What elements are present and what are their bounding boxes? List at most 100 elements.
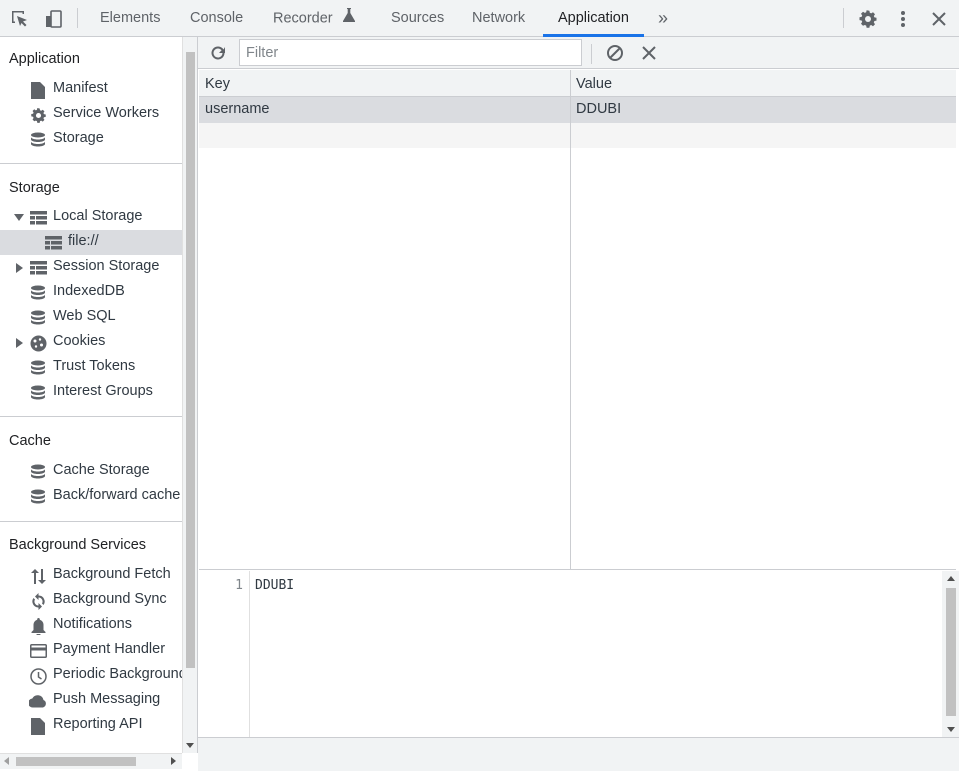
- toolbar-divider: [591, 44, 592, 64]
- cell-key[interactable]: username: [205, 101, 269, 117]
- table-row-empty[interactable]: [199, 123, 956, 148]
- database-icon: [29, 488, 47, 506]
- tab-sources[interactable]: Sources: [390, 0, 445, 36]
- sidebar-item-local-storage[interactable]: Local Storage: [0, 205, 182, 230]
- gear-icon[interactable]: [857, 8, 879, 30]
- tab-network[interactable]: Network: [471, 0, 526, 36]
- sidebar-item-background-fetch[interactable]: Background Fetch: [0, 563, 182, 588]
- clear-all-icon[interactable]: [606, 44, 624, 62]
- tab-console[interactable]: Console: [189, 0, 244, 36]
- sidebar-item-back-forward-cache[interactable]: Back/forward cache: [0, 484, 182, 509]
- section-divider: [0, 163, 182, 164]
- sidebar-item-label: Reporting API: [53, 716, 143, 732]
- storage-toolbar: [198, 37, 959, 69]
- preview-vertical-scrollbar[interactable]: [942, 571, 959, 737]
- scrollbar-thumb[interactable]: [186, 52, 195, 668]
- scroll-left-arrow-icon[interactable]: [4, 757, 9, 765]
- section-title-storage: Storage: [9, 180, 60, 196]
- scroll-right-arrow-icon[interactable]: [171, 757, 176, 765]
- line-number-gutter: 1: [198, 571, 250, 737]
- sidebar-item-label: Notifications: [53, 616, 132, 632]
- toolbar-divider: [843, 8, 844, 28]
- close-icon[interactable]: [928, 8, 950, 30]
- gear-icon: [29, 106, 47, 124]
- column-header-key[interactable]: Key: [205, 76, 230, 92]
- sidebar-item-trust-tokens[interactable]: Trust Tokens: [0, 355, 182, 380]
- inspect-element-icon[interactable]: [9, 8, 31, 30]
- sidebar-vertical-scrollbar[interactable]: [182, 37, 198, 753]
- sidebar-item-label: Back/forward cache: [53, 487, 181, 503]
- sidebar-item-reporting-api[interactable]: Reporting API: [0, 713, 182, 738]
- scrollbar-thumb[interactable]: [16, 757, 136, 766]
- sidebar-item-manifest[interactable]: Manifest: [0, 77, 182, 102]
- toolbar-divider: [77, 8, 78, 28]
- sidebar-item-label: Local Storage: [53, 208, 143, 224]
- sidebar-item-label: Background Sync: [53, 591, 167, 607]
- expand-arrow-icon[interactable]: [14, 214, 24, 221]
- sidebar-item-web-sql[interactable]: Web SQL: [0, 305, 182, 330]
- sidebar-item-interest-groups[interactable]: Interest Groups: [0, 380, 182, 405]
- document-icon: [29, 81, 47, 99]
- scroll-down-arrow-icon[interactable]: [947, 727, 955, 732]
- sidebar-item-label: Background Fetch: [53, 566, 171, 582]
- sidebar-item-file-origin[interactable]: file://: [0, 230, 182, 255]
- sidebar-item-storage[interactable]: Storage: [0, 127, 182, 152]
- sidebar-item-label: file://: [68, 233, 99, 249]
- sync-icon: [29, 592, 47, 610]
- local-storage-panel: Key Value username DDUBI 1 DDUBI: [198, 37, 959, 771]
- sidebar-item-session-storage[interactable]: Session Storage: [0, 255, 182, 280]
- filter-input[interactable]: [239, 39, 582, 66]
- table-icon: [29, 209, 47, 227]
- kebab-menu-icon[interactable]: [892, 8, 914, 30]
- database-icon: [29, 359, 47, 377]
- credit-card-icon: [29, 642, 47, 660]
- devtools-toolbar: Elements Console Recorder Sources Networ…: [0, 0, 959, 37]
- sidebar-item-notifications[interactable]: Notifications: [0, 613, 182, 638]
- sidebar-item-label: IndexedDB: [53, 283, 125, 299]
- sidebar-item-payment-handler[interactable]: Payment Handler: [0, 638, 182, 663]
- sidebar-item-label: Payment Handler: [53, 641, 166, 657]
- panel-status-bar: [198, 737, 959, 771]
- device-toolbar-icon[interactable]: [43, 8, 65, 30]
- column-header-value[interactable]: Value: [576, 76, 612, 92]
- sidebar-item-label: Trust Tokens: [53, 358, 136, 374]
- database-icon: [29, 384, 47, 402]
- tab-elements[interactable]: Elements: [99, 0, 161, 36]
- sidebar-item-push-messaging[interactable]: Push Messaging: [0, 688, 182, 713]
- value-preview-editor[interactable]: 1 DDUBI: [198, 571, 959, 737]
- sidebar-item-cookies[interactable]: Cookies: [0, 330, 182, 355]
- sidebar-item-indexeddb[interactable]: IndexedDB: [0, 280, 182, 305]
- line-number: 1: [235, 578, 243, 593]
- tab-recorder[interactable]: Recorder: [272, 0, 356, 36]
- sidebar-item-periodic-background-sync[interactable]: Periodic Background Sync: [0, 663, 182, 688]
- expand-arrow-icon[interactable]: [16, 263, 23, 273]
- sidebar-item-service-workers[interactable]: Service Workers: [0, 102, 182, 127]
- table-row[interactable]: username DDUBI: [199, 97, 956, 123]
- scroll-down-arrow-icon[interactable]: [186, 743, 194, 748]
- document-icon: [29, 717, 47, 735]
- sidebar-item-label: Cookies: [53, 333, 106, 349]
- cell-value[interactable]: DDUBI: [576, 101, 621, 117]
- section-divider: [0, 521, 182, 522]
- sidebar-item-label: Interest Groups: [53, 383, 153, 399]
- preview-line[interactable]: DDUBI: [255, 578, 294, 593]
- scroll-up-arrow-icon[interactable]: [947, 576, 955, 581]
- column-divider[interactable]: [570, 70, 571, 570]
- expand-arrow-icon[interactable]: [16, 338, 23, 348]
- sidebar: Application Manifest Service Workers Sto…: [0, 37, 182, 753]
- sidebar-item-label: Periodic Background Sync: [53, 666, 182, 682]
- refresh-icon[interactable]: [208, 43, 228, 63]
- sidebar-horizontal-scrollbar[interactable]: [0, 753, 182, 769]
- scrollbar-thumb[interactable]: [946, 588, 956, 716]
- database-icon: [29, 284, 47, 302]
- sidebar-item-cache-storage[interactable]: Cache Storage: [0, 459, 182, 484]
- tab-application[interactable]: Application: [543, 0, 644, 37]
- tab-recorder-label: Recorder: [273, 10, 333, 27]
- sidebar-item-label: Service Workers: [53, 105, 160, 121]
- delete-selected-icon[interactable]: [642, 46, 656, 60]
- sidebar-item-background-sync[interactable]: Background Sync: [0, 588, 182, 613]
- flask-icon: [342, 0, 355, 37]
- more-tabs-button[interactable]: »: [657, 0, 669, 36]
- up-down-arrows-icon: [29, 567, 47, 585]
- bell-icon: [29, 617, 47, 635]
